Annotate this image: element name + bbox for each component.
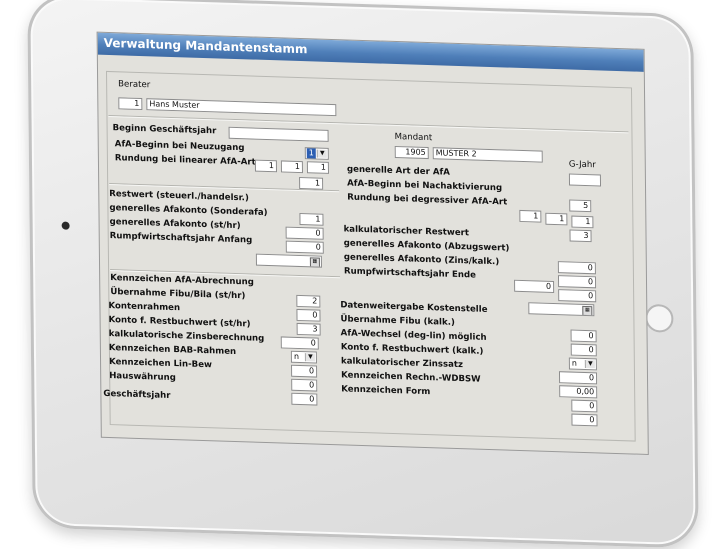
gjahr-field[interactable]	[568, 173, 602, 187]
rundung-linear-field-3[interactable]: 1	[306, 161, 329, 174]
abzugswert-field[interactable]: 0	[557, 261, 596, 275]
mandant-label: Mandant	[394, 131, 433, 144]
rumpf-ende-field-2[interactable]: 0	[558, 289, 597, 303]
generelle-afa-art-field[interactable]: 5	[569, 199, 592, 213]
rundung-degr-field-2[interactable]: 1	[545, 212, 568, 226]
rumpf-ende-date-field[interactable]: ▦	[528, 302, 595, 317]
afa-beginn-dropdown[interactable]: 1 ▼	[304, 147, 329, 160]
konto-restbuch-field[interactable]: 3	[296, 322, 321, 336]
tablet-frame: Verwaltung Mandantenstamm Berater 1 Hans…	[27, 0, 699, 549]
uebernahme-field[interactable]: 2	[296, 294, 321, 308]
wdbsw-field[interactable]: 0,00	[559, 385, 598, 399]
mandant-number-field[interactable]: 1905	[394, 145, 429, 160]
chevron-down-icon: ▼	[584, 359, 595, 369]
afa-wechsel-field[interactable]: 0	[570, 343, 597, 357]
afakonto-sonderafa-field[interactable]: 1	[299, 212, 324, 226]
rundung-degr-extra-field[interactable]: 3	[569, 229, 592, 243]
berater-label: Berater	[118, 79, 151, 91]
geschaeftsjahr-label: Geschäftsjahr	[103, 388, 171, 401]
afakonto-sthr-field[interactable]: 0	[285, 226, 324, 240]
extra-field[interactable]: 0	[571, 413, 598, 427]
bab-dropdown[interactable]: n ▼	[290, 350, 317, 364]
chevron-down-icon: ▼	[304, 353, 315, 362]
hauswaehrung-label: Hauswährung	[109, 371, 176, 384]
rundung-degr-field-1[interactable]: 1	[519, 209, 542, 223]
linbew-field[interactable]: 0	[291, 364, 318, 378]
rundung-linear-extra-field[interactable]: 1	[299, 176, 324, 190]
berater-number-field[interactable]: 1	[118, 97, 143, 111]
gjahr-label: G-Jahr	[568, 159, 596, 171]
title-bar: Verwaltung Mandantenstamm	[97, 32, 644, 72]
home-button	[645, 303, 674, 333]
uebernahme-kalk-field[interactable]: 0	[570, 329, 597, 343]
geschaeftsjahr-field[interactable]: 0	[291, 392, 318, 406]
calendar-icon[interactable]: ▦	[309, 257, 320, 268]
konto-restbuch-kalk-value: n	[571, 358, 578, 368]
scene: Verwaltung Mandantenstamm Berater 1 Hans…	[0, 0, 712, 549]
app-window: Verwaltung Mandantenstamm Berater 1 Hans…	[96, 31, 649, 455]
rumpf-anfang-field[interactable]: 0	[285, 240, 324, 254]
form-field[interactable]: 0	[571, 399, 598, 413]
rumpf-ende-field[interactable]: 0	[514, 279, 555, 294]
zinssatz-field[interactable]: 0	[558, 371, 598, 385]
bab-value: n	[293, 351, 300, 361]
window-title: Verwaltung Mandantenstamm	[103, 35, 308, 57]
kontenrahmen-field[interactable]: 0	[296, 308, 321, 322]
rumpf-anfang-date-field[interactable]: ▦	[255, 253, 322, 268]
zinsberechnung-field[interactable]: 0	[280, 336, 319, 350]
rundung-degr-field-3[interactable]: 1	[571, 215, 594, 229]
zins-field[interactable]: 0	[557, 275, 597, 289]
camera-dot	[61, 221, 70, 230]
chevron-down-icon: ▼	[316, 149, 327, 158]
calendar-icon[interactable]: ▦	[582, 305, 593, 317]
rundung-linear-field-2[interactable]: 1	[280, 160, 303, 174]
rundung-linear-field-1[interactable]: 1	[254, 159, 277, 173]
hauswaehrung-field[interactable]: 0	[291, 378, 318, 392]
afa-beginn-value: 1	[306, 148, 316, 159]
konto-restbuch-kalk-dropdown[interactable]: n ▼	[568, 357, 597, 371]
